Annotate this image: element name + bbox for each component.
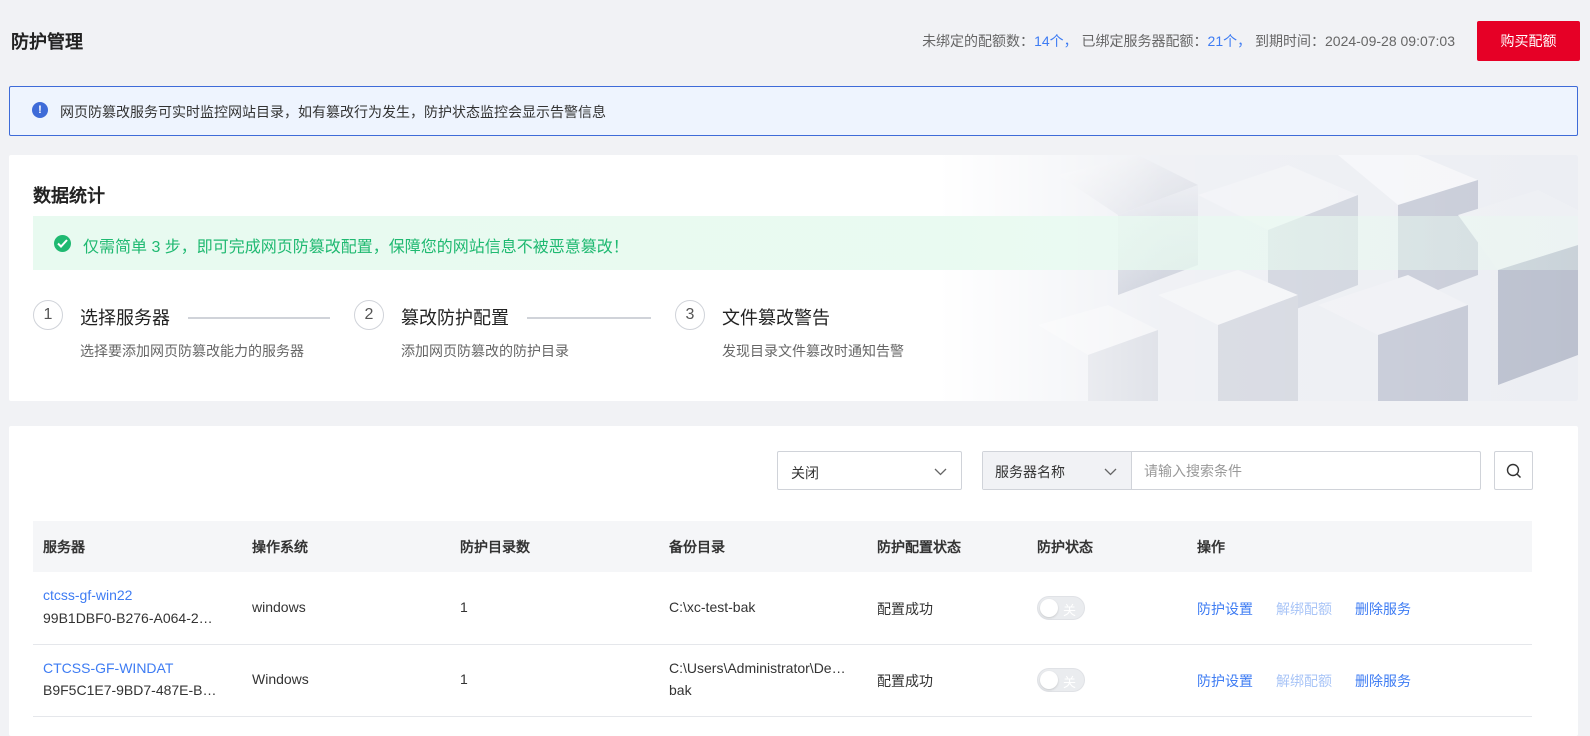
search-type-value: 服务器名称	[995, 464, 1065, 480]
server-name-link[interactable]: ctcss-gf-win22	[43, 587, 132, 603]
step-description: 添加网页防篡改的防护目录	[401, 343, 569, 359]
expire-value: 2024-09-28 09:07:03	[1325, 33, 1455, 49]
os-cell: Windows	[252, 671, 309, 687]
search-group: 服务器名称	[982, 451, 1496, 490]
column-header-server: 服务器	[43, 539, 85, 555]
table-header: 服务器 操作系统 防护目录数 备份目录 防护配置状态 防护状态 操作	[33, 521, 1532, 572]
info-icon: !	[32, 102, 48, 118]
step-title: 文件篡改警告	[722, 308, 830, 328]
status-filter-value: 关闭	[791, 465, 819, 481]
search-icon	[1506, 463, 1521, 478]
delete-service-link[interactable]: 删除服务	[1355, 599, 1411, 619]
quota-summary: 未绑定的配额数：14个， 已绑定服务器配额：21个， 到期时间：2024-09-…	[922, 31, 1455, 51]
protect-toggle[interactable]: 关	[1037, 596, 1085, 620]
table-row: ctcss-gf-win22 99B1DBF0-B276-A064-2… win…	[33, 572, 1532, 645]
backup-dir-line-2: bak	[669, 682, 692, 698]
dir-count-cell: 1	[460, 671, 468, 687]
step-title: 篡改防护配置	[401, 308, 509, 328]
bound-quota-value: 21个，	[1207, 33, 1252, 49]
config-status-cell: 配置成功	[877, 673, 933, 689]
column-header-os: 操作系统	[252, 539, 308, 555]
search-type-select[interactable]: 服务器名称	[983, 452, 1132, 489]
column-header-dir-count: 防护目录数	[460, 539, 530, 555]
success-tip: 仅需简单 3 步，即可完成网页防篡改配置，保障您的网站信息不被恶意篡改！	[33, 216, 1578, 270]
buy-quota-button[interactable]: 购买配额	[1477, 21, 1580, 61]
server-table-card: 关闭 服务器名称 服务器 操作系统 防护目录数 备份目录 防护配置状态 防护状态…	[9, 426, 1578, 736]
notice-text: 网页防篡改服务可实时监控网站目录，如有篡改行为发生，防护状态监控会显示告警信息	[60, 104, 606, 120]
step-number: 3	[675, 300, 705, 330]
search-button[interactable]	[1494, 451, 1533, 490]
step-description: 选择要添加网页防篡改能力的服务器	[80, 343, 304, 359]
toggle-knob	[1040, 599, 1058, 617]
decorative-cubes-background	[938, 155, 1578, 401]
page-header: 防护管理 未绑定的配额数：14个， 已绑定服务器配额：21个， 到期时间：202…	[0, 0, 1590, 80]
protect-settings-link[interactable]: 防护设置	[1197, 671, 1253, 691]
step-number: 1	[33, 300, 63, 330]
protect-toggle[interactable]: 关	[1037, 668, 1085, 692]
server-id: B9F5C1E7-9BD7-487E-B…	[43, 682, 217, 698]
search-input[interactable]	[1132, 452, 1496, 489]
stats-card: 数据统计 仅需简单 3 步，即可完成网页防篡改配置，保障您的网站信息不被恶意篡改…	[9, 155, 1578, 401]
table-row: CTCSS-GF-WINDAT B9F5C1E7-9BD7-487E-B… Wi…	[33, 644, 1532, 717]
chevron-down-icon	[934, 468, 947, 476]
page-title: 防护管理	[11, 32, 83, 52]
unbound-quota-label: 未绑定的配额数：	[922, 33, 1035, 49]
status-filter-select[interactable]: 关闭	[777, 451, 962, 490]
step-connector	[527, 317, 651, 319]
toggle-knob	[1040, 671, 1058, 689]
check-circle-icon	[54, 235, 71, 252]
delete-service-link[interactable]: 删除服务	[1355, 671, 1411, 691]
step-connector	[188, 317, 330, 319]
server-name-link[interactable]: CTCSS-GF-WINDAT	[43, 660, 173, 676]
step-number: 2	[354, 300, 384, 330]
expire-label: 到期时间：	[1255, 33, 1325, 49]
unbind-quota-link[interactable]: 解绑配额	[1276, 599, 1332, 619]
config-status-cell: 配置成功	[877, 601, 933, 617]
backup-dir-line-1: C:\Users\Administrator\De…	[669, 660, 846, 676]
unbind-quota-link[interactable]: 解绑配额	[1276, 671, 1332, 691]
column-header-actions: 操作	[1197, 539, 1225, 555]
protect-settings-link[interactable]: 防护设置	[1197, 599, 1253, 619]
column-header-config-status: 防护配置状态	[877, 539, 961, 555]
info-notice: ! 网页防篡改服务可实时监控网站目录，如有篡改行为发生，防护状态监控会显示告警信…	[9, 86, 1578, 136]
server-id: 99B1DBF0-B276-A064-2…	[43, 610, 213, 626]
unbound-quota-value: 14个，	[1034, 33, 1078, 49]
chevron-down-icon	[1104, 468, 1117, 476]
toggle-label: 关	[1063, 675, 1077, 690]
column-header-backup-dir: 备份目录	[669, 539, 725, 555]
os-cell: windows	[252, 599, 306, 615]
step-title: 选择服务器	[80, 308, 170, 328]
stats-title: 数据统计	[33, 186, 105, 206]
bound-quota-label: 已绑定服务器配额：	[1081, 33, 1208, 49]
column-header-protect-state: 防护状态	[1037, 539, 1093, 555]
tip-text: 仅需简单 3 步，即可完成网页防篡改配置，保障您的网站信息不被恶意篡改！	[83, 239, 629, 256]
step-description: 发现目录文件篡改时通知告警	[722, 343, 904, 359]
toggle-label: 关	[1063, 603, 1077, 618]
dir-count-cell: 1	[460, 599, 468, 615]
backup-dir-cell: C:\xc-test-bak	[669, 599, 756, 615]
